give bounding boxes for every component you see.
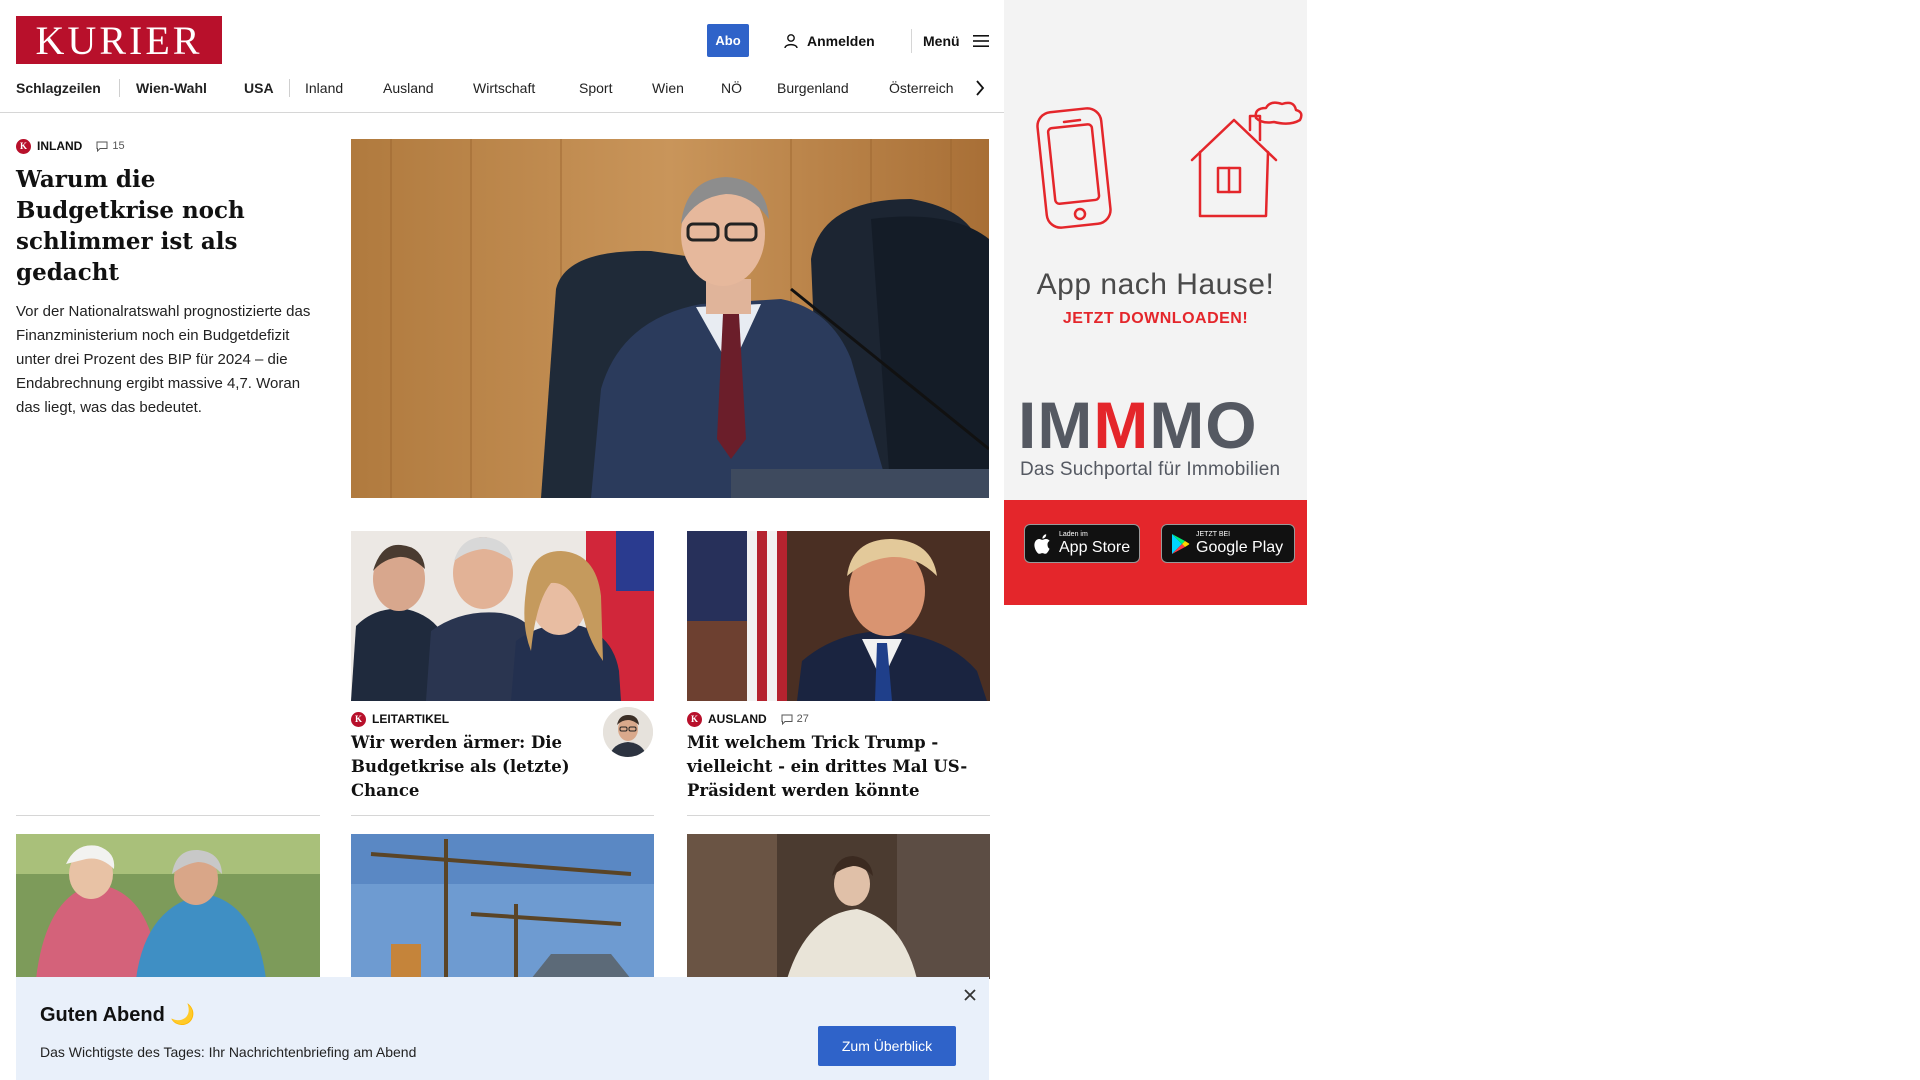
login-button[interactable]: Anmelden bbox=[783, 30, 875, 52]
kurier-badge-icon: K bbox=[16, 138, 31, 154]
header-divider bbox=[911, 29, 912, 53]
immmo-logo: IMMMO bbox=[1018, 390, 1303, 460]
immmo-logo-part-3: MO bbox=[1149, 388, 1258, 462]
briefing-text: Das Wichtigste des Tages: Ihr Nachrichte… bbox=[40, 1044, 417, 1060]
ausland-category[interactable]: AUSLAND bbox=[708, 712, 767, 726]
abo-button[interactable]: Abo bbox=[707, 24, 749, 57]
app-store-label: App Store bbox=[1059, 539, 1131, 556]
google-play-label: Google Play bbox=[1196, 539, 1284, 556]
comment-icon bbox=[96, 141, 108, 152]
leitartikel-headline[interactable]: Wir werden ärmer: Die Budgetkrise als (l… bbox=[351, 731, 591, 803]
leitartikel-category[interactable]: LEITARTIKEL bbox=[372, 712, 449, 726]
lead-comments[interactable]: 15 bbox=[96, 140, 125, 152]
kurier-badge-icon: K bbox=[687, 711, 702, 727]
leitartikel-kicker: K LEITARTIKEL bbox=[351, 711, 449, 727]
card-divider bbox=[16, 815, 320, 816]
nav-item-burgenland[interactable]: Burgenland bbox=[777, 80, 849, 96]
nav-item-sport[interactable]: Sport bbox=[579, 80, 612, 96]
app-store-badge[interactable]: Laden im App Store bbox=[1024, 524, 1140, 563]
google-play-icon bbox=[1172, 533, 1190, 554]
nav-divider bbox=[119, 79, 120, 97]
ausland-kicker: K AUSLAND 27 bbox=[687, 711, 809, 727]
construction-article-image[interactable] bbox=[351, 834, 654, 979]
ausland-image[interactable] bbox=[687, 531, 990, 701]
kurier-badge-icon: K bbox=[351, 711, 366, 727]
nav-item-wirtschaft[interactable]: Wirtschaft bbox=[473, 80, 535, 96]
ad-headline: App nach Hause! bbox=[1036, 268, 1275, 301]
app-store-small-label: Laden im bbox=[1059, 531, 1088, 538]
card-divider bbox=[687, 815, 990, 816]
comment-icon bbox=[781, 714, 793, 725]
immmo-tagline: Das Suchportal für Immobilien bbox=[1020, 459, 1281, 480]
lead-image[interactable] bbox=[351, 139, 989, 498]
nav-item-oesterreich[interactable]: Österreich bbox=[889, 80, 954, 96]
google-play-small-label: JETZT BEI bbox=[1196, 531, 1231, 538]
chevron-right-icon[interactable] bbox=[972, 76, 988, 100]
kurier-logo[interactable]: KURIER bbox=[16, 16, 222, 64]
health-article-image[interactable] bbox=[16, 834, 320, 979]
ausland-comments[interactable]: 27 bbox=[781, 713, 809, 725]
nav-item-wien-wahl[interactable]: Wien-Wahl bbox=[136, 80, 207, 96]
nav-item-usa[interactable]: USA bbox=[244, 80, 274, 96]
card-divider bbox=[351, 815, 654, 816]
ausland-comment-count: 27 bbox=[796, 713, 809, 725]
lead-article[interactable]: K INLAND 15 Warum die Budgetkrise noch s… bbox=[16, 138, 320, 420]
hamburger-icon bbox=[972, 35, 989, 47]
immmo-logo-part-2: M bbox=[1093, 388, 1150, 462]
lead-comment-count: 15 bbox=[112, 140, 125, 152]
phone-house-illustration bbox=[1036, 101, 1303, 229]
lead-kicker: K INLAND 15 bbox=[16, 138, 320, 154]
nav-item-schlagzeilen[interactable]: Schlagzeilen bbox=[16, 80, 101, 96]
leitartikel-image[interactable] bbox=[351, 531, 654, 701]
nav-item-ausland[interactable]: Ausland bbox=[383, 80, 434, 96]
nav-item-inland[interactable]: Inland bbox=[305, 80, 343, 96]
overview-button[interactable]: Zum Überblick bbox=[818, 1026, 956, 1066]
section-nav: Schlagzeilen Wien-Wahl USA Inland Auslan… bbox=[0, 76, 1004, 102]
site-header: KURIER Abo Anmelden Menü Schlagzeilen Wi… bbox=[0, 0, 1004, 113]
menu-button[interactable]: Menü bbox=[923, 30, 990, 52]
apple-icon bbox=[1034, 533, 1050, 554]
immmo-logo-part-1: IM bbox=[1018, 388, 1094, 462]
google-play-badge[interactable]: JETZT BEI Google Play bbox=[1161, 524, 1295, 563]
user-icon bbox=[784, 34, 798, 49]
login-label: Anmelden bbox=[807, 33, 875, 49]
author-avatar[interactable] bbox=[603, 707, 653, 757]
ausland-headline[interactable]: Mit welchem Trick Trump - vielleicht - e… bbox=[687, 731, 990, 803]
culture-article-image[interactable] bbox=[687, 834, 990, 979]
lead-category[interactable]: INLAND bbox=[37, 139, 82, 153]
immmo-app-ad[interactable]: App nach Hause! JETZT DOWNLOADEN! IMMMO … bbox=[1004, 0, 1307, 605]
menu-label: Menü bbox=[923, 33, 960, 49]
briefing-title: Guten Abend 🌙 bbox=[40, 1004, 196, 1026]
nav-divider bbox=[289, 79, 290, 97]
evening-briefing-banner: Guten Abend 🌙 Das Wichtigste des Tages: … bbox=[16, 977, 989, 1080]
lead-headline[interactable]: Warum die Budgetkrise noch schlimmer ist… bbox=[16, 164, 320, 288]
ad-subline: JETZT DOWNLOADEN! bbox=[1062, 310, 1249, 327]
lead-teaser: Vor der Nationalratswahl prognostizierte… bbox=[16, 303, 311, 416]
nav-item-noe[interactable]: NÖ bbox=[721, 80, 742, 96]
nav-item-wien[interactable]: Wien bbox=[652, 80, 684, 96]
close-icon[interactable] bbox=[962, 987, 978, 1003]
